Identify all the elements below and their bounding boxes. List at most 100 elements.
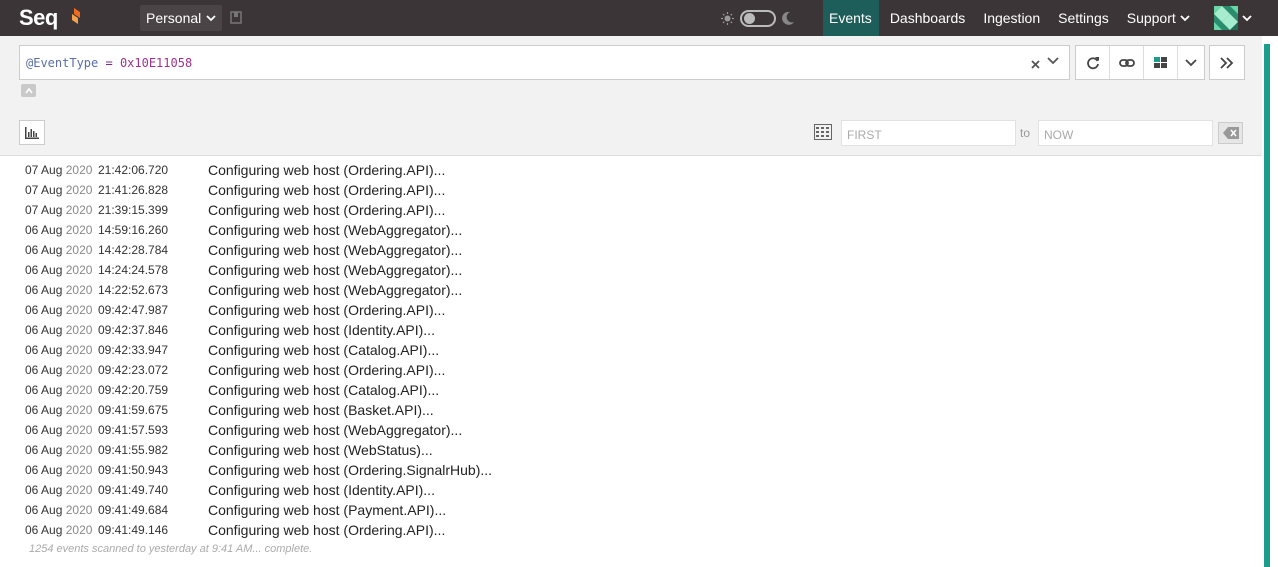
chevron-up-icon (24, 87, 33, 93)
event-day: 06 Aug (25, 263, 63, 277)
event-row[interactable]: 06 Aug 2020 09:41:49.684 Configuring web h… (0, 500, 1262, 520)
event-year: 2020 (65, 423, 93, 437)
bar-chart-icon (25, 126, 39, 139)
nav-support[interactable]: Support (1121, 0, 1197, 36)
expand-panel-group (1209, 45, 1245, 80)
event-message: Configuring web host (WebAggregator)... (208, 282, 463, 298)
event-message: Configuring web host (Ordering.API)... (208, 302, 446, 318)
chevron-down-icon (1242, 14, 1252, 21)
event-row[interactable]: 06 Aug 2020 09:42:23.072 Configuring web h… (0, 360, 1262, 380)
event-row[interactable]: 06 Aug 2020 09:41:49.146 Configuring web h… (0, 520, 1262, 540)
link-button[interactable] (1110, 46, 1144, 79)
event-year: 2020 (65, 383, 93, 397)
search-history-button[interactable] (1047, 54, 1059, 68)
histogram-toggle-button[interactable] (19, 120, 45, 145)
search-input[interactable]: @EventType = 0x10E11058 (19, 45, 1070, 80)
event-row[interactable]: 07 Aug 2020 21:42:06.720 Configuring web h… (0, 160, 1262, 180)
event-time: 09:41:49.146 (98, 523, 169, 537)
event-row[interactable]: 06 Aug 2020 09:41:55.982 Configuring web h… (0, 440, 1262, 460)
event-year: 2020 (65, 163, 93, 177)
event-date: 06 Aug 2020 (25, 323, 92, 337)
event-day: 06 Aug (25, 363, 63, 377)
event-message: Configuring web host (Identity.API)... (208, 322, 435, 338)
clear-search-button[interactable] (1031, 54, 1040, 73)
event-row[interactable]: 06 Aug 2020 09:41:59.675 Configuring web h… (0, 400, 1262, 420)
event-year: 2020 (65, 343, 93, 357)
avatar-icon (1214, 6, 1238, 30)
event-time: 21:39:15.399 (98, 203, 169, 217)
signal-menu-button[interactable] (1178, 46, 1204, 79)
event-list: 07 Aug 2020 21:42:06.720 Configuring web h… (0, 160, 1262, 540)
query-panel: @EventType = 0x10E11058 FIRST to NOW (0, 36, 1262, 156)
scan-status: 1254 events scanned to yesterday at 9:41… (29, 543, 313, 555)
nav-ingestion[interactable]: Ingestion (977, 0, 1047, 36)
query-property: @EventType (26, 56, 99, 70)
event-date: 07 Aug 2020 (25, 163, 92, 177)
event-row[interactable]: 06 Aug 2020 09:41:57.593 Configuring web h… (0, 420, 1262, 440)
event-time: 14:42:28.784 (98, 243, 169, 257)
event-message: Configuring web host (Ordering.API)... (208, 362, 446, 378)
collapse-query-button[interactable] (21, 84, 36, 97)
sun-icon (721, 12, 734, 25)
search-query-text[interactable]: @EventType = 0x10E11058 (26, 56, 192, 70)
refresh-button[interactable] (1076, 46, 1110, 79)
event-day: 06 Aug (25, 303, 63, 317)
date-picker-button[interactable] (814, 124, 832, 143)
main-nav: Events Dashboards Ingestion Settings Sup… (823, 0, 1202, 36)
event-time: 09:42:20.759 (98, 383, 169, 397)
scrollbar[interactable] (1262, 36, 1278, 567)
range-to-label: to (1020, 126, 1031, 140)
event-message: Configuring web host (Identity.API)... (208, 482, 435, 498)
event-day: 06 Aug (25, 383, 63, 397)
chevron-down-icon (1185, 58, 1197, 66)
event-row[interactable]: 07 Aug 2020 21:41:26.828 Configuring web h… (0, 180, 1262, 200)
event-row[interactable]: 06 Aug 2020 14:22:52.673 Configuring web h… (0, 280, 1262, 300)
link-icon (1118, 58, 1135, 67)
theme-toggle-switch[interactable] (740, 10, 776, 27)
nav-events[interactable]: Events (823, 0, 879, 36)
event-row[interactable]: 06 Aug 2020 14:42:28.784 Configuring web h… (0, 240, 1262, 260)
event-day: 06 Aug (25, 523, 63, 537)
event-row[interactable]: 06 Aug 2020 09:42:37.846 Configuring web h… (0, 320, 1262, 340)
event-row[interactable]: 06 Aug 2020 14:24:24.578 Configuring web h… (0, 260, 1262, 280)
range-from-input[interactable]: FIRST (841, 120, 1016, 146)
event-row[interactable]: 06 Aug 2020 09:41:50.943 Configuring web h… (0, 460, 1262, 480)
chevron-down-icon (1180, 14, 1190, 21)
signal-selector-button[interactable] (1144, 46, 1178, 79)
event-row[interactable]: 06 Aug 2020 14:59:16.260 Configuring web h… (0, 220, 1262, 240)
range-to-input[interactable]: NOW (1038, 120, 1213, 146)
expand-signals-button[interactable] (1210, 46, 1244, 79)
event-time: 09:41:50.943 (98, 463, 169, 477)
event-message: Configuring web host (WebAggregator)... (208, 422, 463, 438)
nav-dashboards[interactable]: Dashboards (884, 0, 973, 36)
clear-range-button[interactable] (1218, 122, 1243, 144)
event-row[interactable]: 06 Aug 2020 09:41:49.740 Configuring web h… (0, 480, 1262, 500)
event-day: 06 Aug (25, 343, 63, 357)
event-message: Configuring web host (WebAggregator)... (208, 262, 463, 278)
event-message: Configuring web host (WebAggregator)... (208, 222, 463, 238)
theme-toggle[interactable] (721, 10, 794, 27)
event-row[interactable]: 07 Aug 2020 21:39:15.399 Configuring web h… (0, 200, 1262, 220)
nav-support-label: Support (1126, 10, 1176, 26)
event-row[interactable]: 06 Aug 2020 09:42:20.759 Configuring web h… (0, 380, 1262, 400)
event-date: 07 Aug 2020 (25, 203, 92, 217)
event-message: Configuring web host (Catalog.API)... (208, 342, 440, 358)
workspace-pin-icon[interactable] (230, 11, 242, 24)
backspace-icon (1222, 127, 1239, 139)
nav-settings[interactable]: Settings (1052, 0, 1116, 36)
event-date: 06 Aug 2020 (25, 523, 92, 537)
user-menu[interactable] (1214, 6, 1252, 30)
event-row[interactable]: 06 Aug 2020 09:42:33.947 Configuring web h… (0, 340, 1262, 360)
grid-icon (1154, 57, 1167, 68)
event-message: Configuring web host (Ordering.API)... (208, 162, 446, 178)
workspace-selector[interactable]: Personal (140, 5, 223, 31)
event-time: 14:22:52.673 (98, 283, 169, 297)
event-day: 06 Aug (25, 483, 63, 497)
event-message: Configuring web host (Basket.API)... (208, 402, 434, 418)
seq-logo[interactable]: Seq (19, 5, 58, 31)
double-chevron-right-icon (1220, 56, 1234, 69)
event-row[interactable]: 06 Aug 2020 09:42:47.987 Configuring web h… (0, 300, 1262, 320)
event-date: 06 Aug 2020 (25, 483, 92, 497)
query-operator: = (98, 56, 120, 70)
event-year: 2020 (65, 523, 93, 537)
